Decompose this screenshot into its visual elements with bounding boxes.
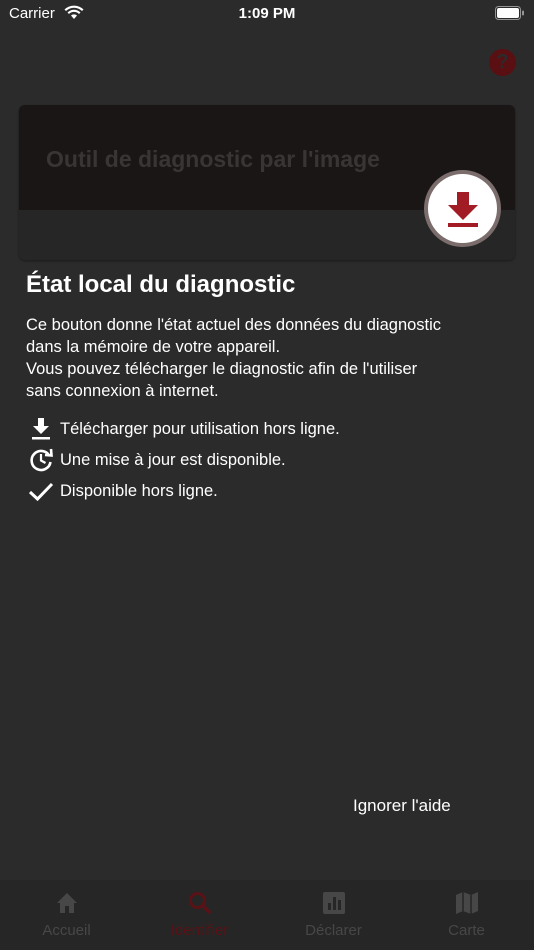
legend-item-update: Une mise à jour est disponible. <box>28 447 448 475</box>
tab-declarer[interactable]: Déclarer <box>267 880 400 950</box>
status-bar: Carrier 1:09 PM <box>0 0 534 28</box>
tab-carte[interactable]: Carte <box>400 880 533 950</box>
help-paragraph: Ce bouton donne l'état actuel des donnée… <box>26 314 516 402</box>
skip-help-button[interactable]: Ignorer l'aide <box>353 796 451 816</box>
help-paragraph-line: Ce bouton donne l'état actuel des donnée… <box>26 316 442 334</box>
help-icon[interactable]: ? <box>489 49 516 76</box>
chart-icon <box>322 892 345 914</box>
tab-label: Carte <box>448 922 485 939</box>
tab-accueil[interactable]: Accueil <box>0 880 133 950</box>
legend-label: Disponible hors ligne. <box>60 482 218 500</box>
legend-label: Une mise à jour est disponible. <box>60 451 286 469</box>
legend-label: Télécharger pour utilisation hors ligne. <box>60 420 340 438</box>
help-paragraph-line: Vous pouvez télécharger le diagnostic af… <box>26 360 418 378</box>
download-icon <box>447 191 478 227</box>
download-button-face <box>428 174 497 243</box>
legend-item-download: Télécharger pour utilisation hors ligne. <box>28 416 448 444</box>
download-button[interactable] <box>424 170 501 247</box>
tab-label: Déclarer <box>305 922 362 939</box>
clock: 1:09 PM <box>238 5 296 22</box>
help-paragraph-line: dans la mémoire de votre appareil. <box>26 338 281 356</box>
update-icon <box>30 448 53 472</box>
card-title: Outil de diagnostic par l'image <box>46 146 380 172</box>
tab-identifier[interactable]: Identifier <box>133 880 266 950</box>
tab-label: Identifier <box>170 922 229 939</box>
search-icon <box>188 892 211 915</box>
map-icon <box>455 892 478 914</box>
home-icon <box>56 893 77 913</box>
legend-item-available: Disponible hors ligne. <box>28 478 448 506</box>
battery-icon <box>495 6 524 20</box>
download-icon <box>32 418 50 440</box>
checkmark-icon <box>28 482 54 502</box>
help-title: État local du diagnostic <box>26 271 296 298</box>
tab-bar: Accueil Identifier Déclarer Carte <box>0 880 534 950</box>
tab-label: Accueil <box>42 922 91 939</box>
help-paragraph-line: sans connexion à internet. <box>26 382 219 400</box>
